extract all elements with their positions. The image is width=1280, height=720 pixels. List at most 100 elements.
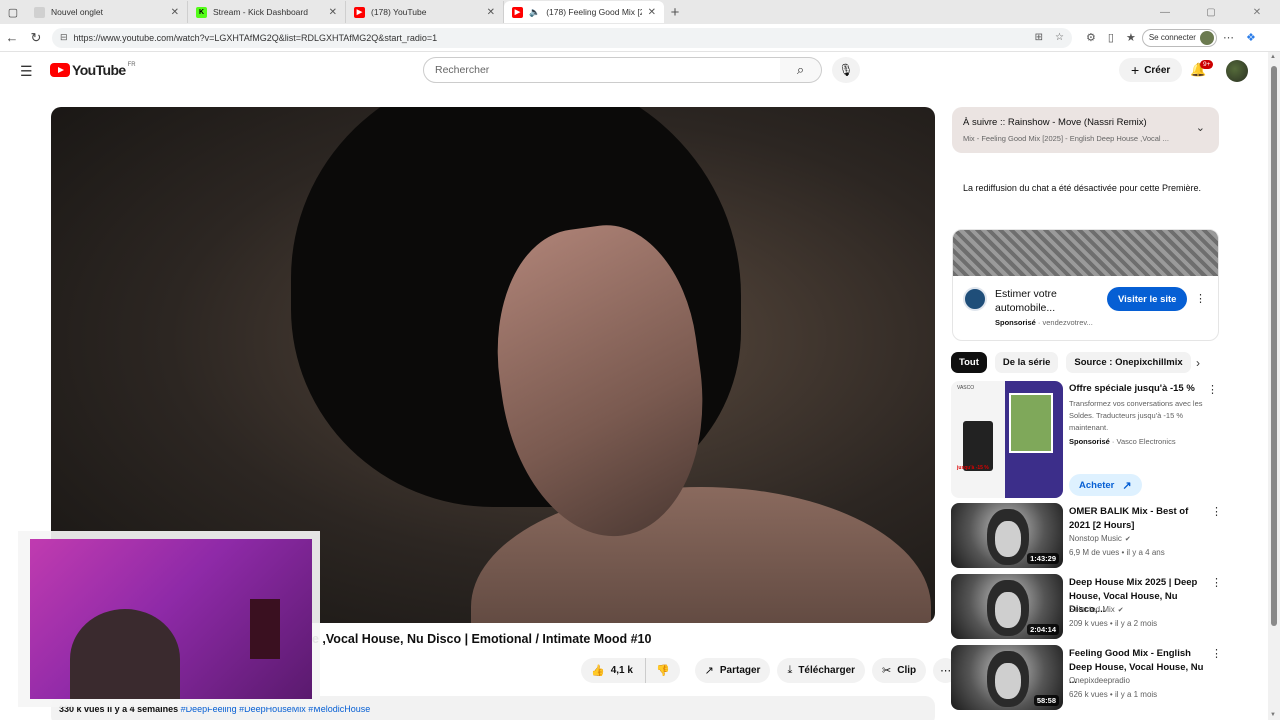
address-bar-row: ← ↻ ⊟ https://www.youtube.com/watch?v=LG… [0, 24, 1280, 52]
browser-toolbar: ⚙ ▯ ★ Se connecter ⋯ ❖ [1080, 28, 1262, 47]
chip-series[interactable]: De la série [994, 352, 1059, 373]
page-scrollbar[interactable]: ▲ ▼ [1268, 52, 1280, 720]
promo-brand: VASCO [957, 385, 975, 391]
dislike-button[interactable]: 👎 [645, 658, 680, 683]
chip-all[interactable]: Tout [951, 352, 987, 373]
visit-site-button[interactable]: Visiter le site [1107, 287, 1188, 311]
promo-photo [1009, 393, 1053, 453]
back-icon[interactable]: ← [0, 30, 24, 45]
filter-chips: Tout De la série Source : Onepixchillmix [951, 352, 1199, 373]
close-icon[interactable]: ✕ [171, 7, 179, 18]
scrollbar-thumb[interactable] [1271, 66, 1277, 626]
kebab-menu-icon[interactable]: ⋮ [1211, 505, 1222, 518]
more-icon[interactable]: ⋯ [1223, 31, 1234, 44]
channel-name[interactable]: Nonstop Music ✔ [1069, 534, 1131, 543]
kebab-menu-icon[interactable]: ⋮ [1211, 576, 1222, 589]
like-button[interactable]: 👍 4,1 k [581, 658, 646, 683]
speaker-icon[interactable]: 🔈 [529, 7, 540, 18]
tab-title: (178) Feeling Good Mix [2025 [546, 7, 641, 17]
split-screen-icon[interactable]: ▯ [1108, 31, 1114, 44]
video-frame-shoulder [471, 487, 931, 623]
streamer [70, 609, 180, 699]
youtube-icon: ▶ [354, 6, 365, 18]
recommended-video[interactable]: 2:04:14 Deep House Mix 2025 | Deep House… [951, 574, 1222, 640]
extensions-icon[interactable]: ⚙ [1086, 31, 1096, 44]
external-link-icon: ↗ [1122, 479, 1132, 492]
sponsored-label: Sponsorisé [1069, 437, 1110, 446]
ad-banner[interactable] [953, 230, 1218, 276]
channel-name[interactable]: Selected Mix ✔ [1069, 605, 1124, 614]
channel-name[interactable]: Onepixdeepradio [1069, 676, 1130, 685]
ad-title[interactable]: Estimer votre automobile... [995, 287, 1095, 315]
webcam-overlay [30, 539, 312, 699]
promo-advertiser: Vasco Electronics [1116, 437, 1176, 446]
kebab-menu-icon[interactable]: ⋮ [1207, 383, 1218, 396]
minimize-button[interactable]: — [1142, 0, 1188, 24]
chevron-right-icon[interactable]: › [1196, 356, 1200, 370]
promo-description: Transformez vos conversations avec les S… [1069, 399, 1203, 432]
tab-youtube[interactable]: ▶ (178) YouTube ✕ [346, 1, 504, 23]
maximize-button[interactable]: ▢ [1188, 0, 1234, 24]
chat-disabled-notice: La rediffusion du chat a été désactivée … [963, 183, 1201, 193]
copilot-icon[interactable]: ❖ [1246, 31, 1256, 44]
kebab-menu-icon[interactable]: ⋮ [1211, 647, 1222, 660]
menu-icon[interactable]: ☰ [20, 63, 33, 80]
clip-label: Clip [897, 665, 917, 676]
close-icon[interactable]: ✕ [487, 7, 495, 18]
tab-kick-dashboard[interactable]: K Stream - Kick Dashboard ✕ [188, 1, 346, 23]
tab-actions-icon[interactable]: ▢ [0, 0, 26, 24]
tab-new-tab[interactable]: Nouvel onglet ✕ [26, 1, 188, 23]
up-next-title: À suivre :: Rainshow - Move (Nassri Remi… [963, 117, 1147, 128]
more-icon: ⋯ [940, 665, 952, 677]
download-label: Télécharger [798, 665, 856, 676]
video-thumbnail[interactable]: 2:04:14 [951, 574, 1063, 639]
share-button[interactable]: ↗ Partager [694, 658, 771, 683]
search-button[interactable]: ⌕ [780, 57, 822, 83]
up-next-panel[interactable]: À suivre :: Rainshow - Move (Nassri Remi… [952, 107, 1219, 153]
search-icon: ⌕ [796, 62, 805, 77]
recommended-video[interactable]: 1:43:29 OMER BALIK Mix - Best of 2021 [2… [951, 503, 1222, 569]
url-field[interactable]: ⊟ https://www.youtube.com/watch?v=LGXHTA… [52, 27, 1072, 48]
download-button[interactable]: ⤓ Télécharger [777, 658, 866, 683]
new-tab-button[interactable]: + [664, 4, 686, 21]
profile-avatar [1199, 30, 1214, 45]
voice-search-button[interactable]: 🎙 [832, 57, 860, 83]
create-button[interactable]: + Créer [1119, 58, 1183, 82]
search-input[interactable]: Rechercher [423, 57, 781, 83]
buy-button[interactable]: Acheter ↗ [1069, 474, 1142, 496]
like-count: 4,1 k [610, 665, 633, 676]
kebab-menu-icon[interactable]: ⋮ [1195, 292, 1206, 305]
thumb-up-icon: 👍 [591, 665, 605, 677]
chevron-down-icon[interactable]: ⌄ [1196, 121, 1205, 134]
create-label: Créer [1144, 64, 1171, 76]
video-thumbnail[interactable]: 58:58 [951, 645, 1063, 710]
page-icon [34, 6, 45, 18]
youtube-logo[interactable]: YouTube FR [50, 62, 136, 78]
up-next-subtitle: Mix - Feeling Good Mix [2025] - English … [963, 134, 1169, 143]
favorites-icon[interactable]: ★ [1126, 31, 1136, 44]
account-avatar[interactable] [1226, 60, 1248, 82]
video-title: e ,Vocal House, Nu Disco | Emotional / I… [312, 632, 652, 646]
video-title[interactable]: OMER BALIK Mix - Best of 2021 [2 Hours] [1069, 505, 1207, 532]
thumbnail-face [995, 521, 1021, 557]
tab-feeling-good-mix[interactable]: ▶ 🔈 (178) Feeling Good Mix [2025 ✕ [504, 1, 664, 23]
promo-thumbnail[interactable]: VASCO jusqu'à -15 % [951, 381, 1063, 498]
video-thumbnail[interactable]: 1:43:29 [951, 503, 1063, 568]
sign-in-button[interactable]: Se connecter [1141, 28, 1217, 47]
promo-title[interactable]: Offre spéciale jusqu'à -15 % [1069, 383, 1195, 394]
apps-icon[interactable]: ⊞ [1035, 32, 1043, 43]
close-icon[interactable]: ✕ [329, 7, 337, 18]
chip-source[interactable]: Source : Onepixchillmix [1066, 352, 1191, 373]
scroll-up-icon[interactable]: ▲ [1270, 54, 1276, 60]
close-window-button[interactable]: ✕ [1234, 0, 1280, 24]
site-info-icon[interactable]: ⊟ [60, 32, 68, 43]
favorite-star-icon[interactable]: ☆ [1055, 32, 1064, 43]
tab-title: Nouvel onglet [51, 7, 103, 17]
clip-button[interactable]: ✂ Clip [872, 658, 927, 683]
scroll-down-icon[interactable]: ▼ [1270, 712, 1276, 718]
reload-icon[interactable]: ↻ [24, 30, 48, 46]
close-icon[interactable]: ✕ [648, 7, 656, 18]
youtube-icon: ▶ [512, 6, 523, 18]
ad-card[interactable]: Estimer votre automobile... Sponsorisé ·… [952, 229, 1219, 341]
recommended-video[interactable]: 58:58 Feeling Good Mix - English Deep Ho… [951, 645, 1222, 711]
